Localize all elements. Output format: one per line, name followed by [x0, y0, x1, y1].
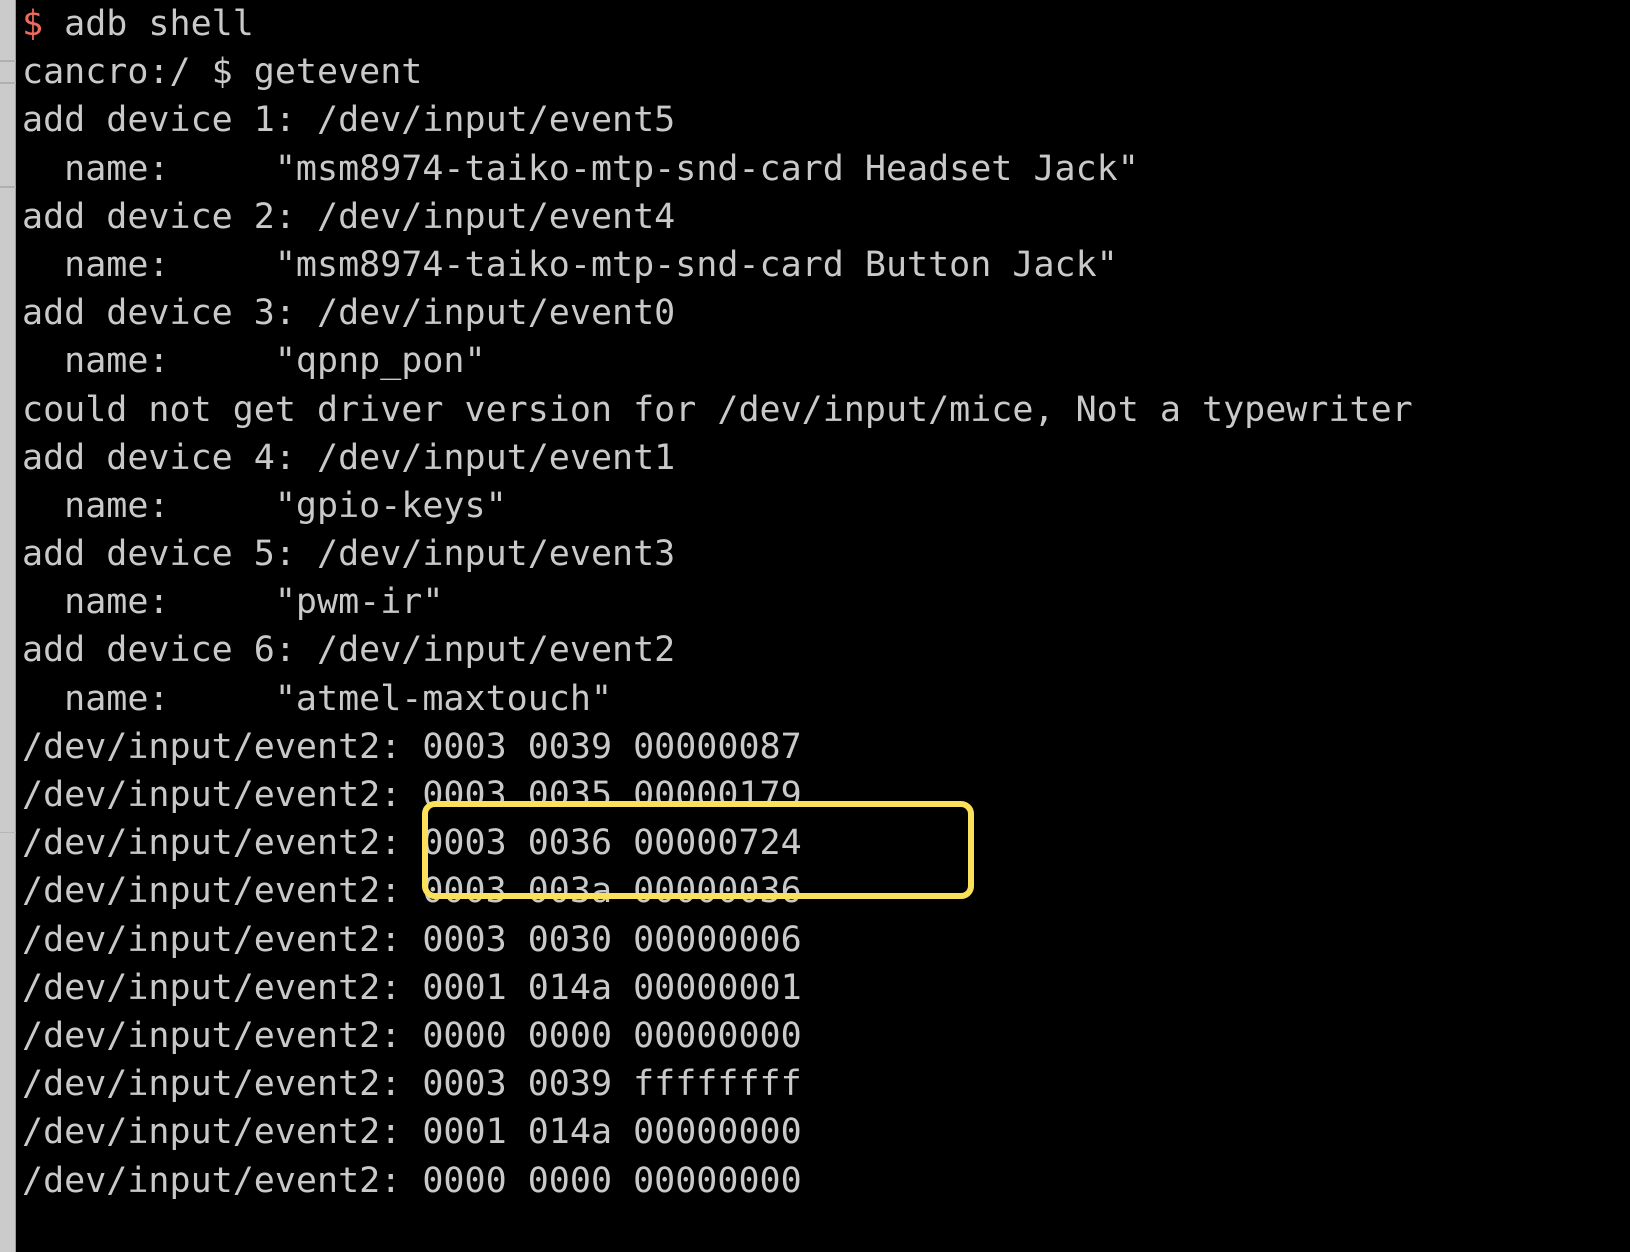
window-left-gutter[interactable] — [0, 0, 16, 1252]
terminal-line-text: add device 1: /dev/input/event5 — [22, 100, 676, 141]
terminal-line-text: add device 5: /dev/input/event3 — [22, 534, 676, 575]
terminal-line-text: /dev/input/event2: 0001 014a 00000000 — [22, 1112, 802, 1153]
prompt-sigil: $ — [22, 4, 44, 44]
terminal-line-text: name: "qpnp_pon" — [22, 341, 486, 382]
terminal-line-text: /dev/input/event2: 0003 0039 00000087 — [22, 726, 802, 767]
terminal-line: name: "msm8974-taiko-mtp-snd-card Button… — [22, 241, 1630, 289]
terminal-line-text: /dev/input/event2: 0003 0036 00000724 — [22, 823, 802, 864]
terminal-line: /dev/input/event2: 0000 0000 00000000 — [22, 1012, 1630, 1060]
terminal-line: add device 5: /dev/input/event3 — [22, 530, 1630, 578]
terminal-line: name: "pwm-ir" — [22, 578, 1630, 626]
terminal-line-text: /dev/input/event2: 0000 0000 00000000 — [22, 1160, 802, 1201]
terminal-line-text: name: "gpio-keys" — [22, 485, 507, 526]
terminal-line: /dev/input/event2: 0003 0039 00000087 — [22, 723, 1630, 771]
terminal-line-text: cancro:/ $ getevent — [22, 52, 423, 93]
terminal-line-text: name: "msm8974-taiko-mtp-snd-card Headse… — [22, 148, 1139, 189]
gutter-seam-3 — [0, 186, 16, 188]
terminal-line-text: add device 3: /dev/input/event0 — [22, 293, 676, 334]
terminal-line-text: name: "msm8974-taiko-mtp-snd-card Button… — [22, 244, 1118, 285]
terminal-line: name: "atmel-maxtouch" — [22, 675, 1630, 723]
terminal-line-text: add device 2: /dev/input/event4 — [22, 196, 676, 237]
scrollbar-thumb-edge[interactable] — [0, 832, 16, 833]
terminal-window: $ adb shell cancro:/ $ getevent add devi… — [0, 0, 1630, 1252]
terminal-line-text: add device 6: /dev/input/event2 — [22, 630, 676, 671]
terminal-line: add device 1: /dev/input/event5 — [22, 96, 1630, 144]
terminal-line-text: name: "atmel-maxtouch" — [22, 678, 613, 719]
gutter-seam-2 — [0, 82, 16, 84]
terminal-line: /dev/input/event2: 0001 014a 00000000 — [22, 1108, 1630, 1156]
terminal-line: /dev/input/event2: 0003 003a 00000036 — [22, 867, 1630, 915]
terminal-line: add device 4: /dev/input/event1 — [22, 434, 1630, 482]
terminal-line: cancro:/ $ getevent — [22, 48, 1630, 96]
terminal-line: /dev/input/event2: 0003 0030 00000006 — [22, 916, 1630, 964]
terminal-output[interactable]: $ adb shell cancro:/ $ getevent add devi… — [22, 0, 1630, 1252]
terminal-line: name: "gpio-keys" — [22, 482, 1630, 530]
terminal-line-text: name: "pwm-ir" — [22, 582, 444, 623]
terminal-line: could not get driver version for /dev/in… — [22, 386, 1630, 434]
terminal-line-text: could not get driver version for /dev/in… — [22, 389, 1413, 430]
terminal-line: name: "qpnp_pon" — [22, 337, 1630, 385]
terminal-line-text: /dev/input/event2: 0003 0030 00000006 — [22, 919, 802, 960]
terminal-line: /dev/input/event2: 0000 0000 00000000 — [22, 1157, 1630, 1205]
terminal-line-text: /dev/input/event2: 0003 0035 00000179 — [22, 775, 802, 815]
gutter-seam-1 — [0, 60, 16, 62]
terminal-line: add device 3: /dev/input/event0 — [22, 289, 1630, 337]
terminal-line: name: "msm8974-taiko-mtp-snd-card Headse… — [22, 145, 1630, 193]
terminal-line-text: adb shell — [43, 4, 254, 44]
terminal-line: /dev/input/event2: 0003 0039 ffffffff — [22, 1060, 1630, 1108]
terminal-line-text: /dev/input/event2: 0001 014a 00000001 — [22, 967, 802, 1008]
terminal-line-text: /dev/input/event2: 0003 003a 00000036 — [22, 871, 802, 912]
terminal-line: add device 2: /dev/input/event4 — [22, 193, 1630, 241]
terminal-line: add device 6: /dev/input/event2 — [22, 626, 1630, 674]
terminal-line: /dev/input/event2: 0001 014a 00000001 — [22, 964, 1630, 1012]
terminal-line-text: /dev/input/event2: 0000 0000 00000000 — [22, 1015, 802, 1056]
terminal-line-command: $ adb shell — [22, 0, 1630, 48]
terminal-line-text: add device 4: /dev/input/event1 — [22, 437, 676, 478]
terminal-line-text: /dev/input/event2: 0003 0039 ffffffff — [22, 1064, 802, 1105]
terminal-line-highlighted: /dev/input/event2: 0003 0036 00000724 — [22, 819, 1630, 867]
terminal-line-highlighted: /dev/input/event2: 0003 0035 00000179 — [22, 771, 1630, 819]
